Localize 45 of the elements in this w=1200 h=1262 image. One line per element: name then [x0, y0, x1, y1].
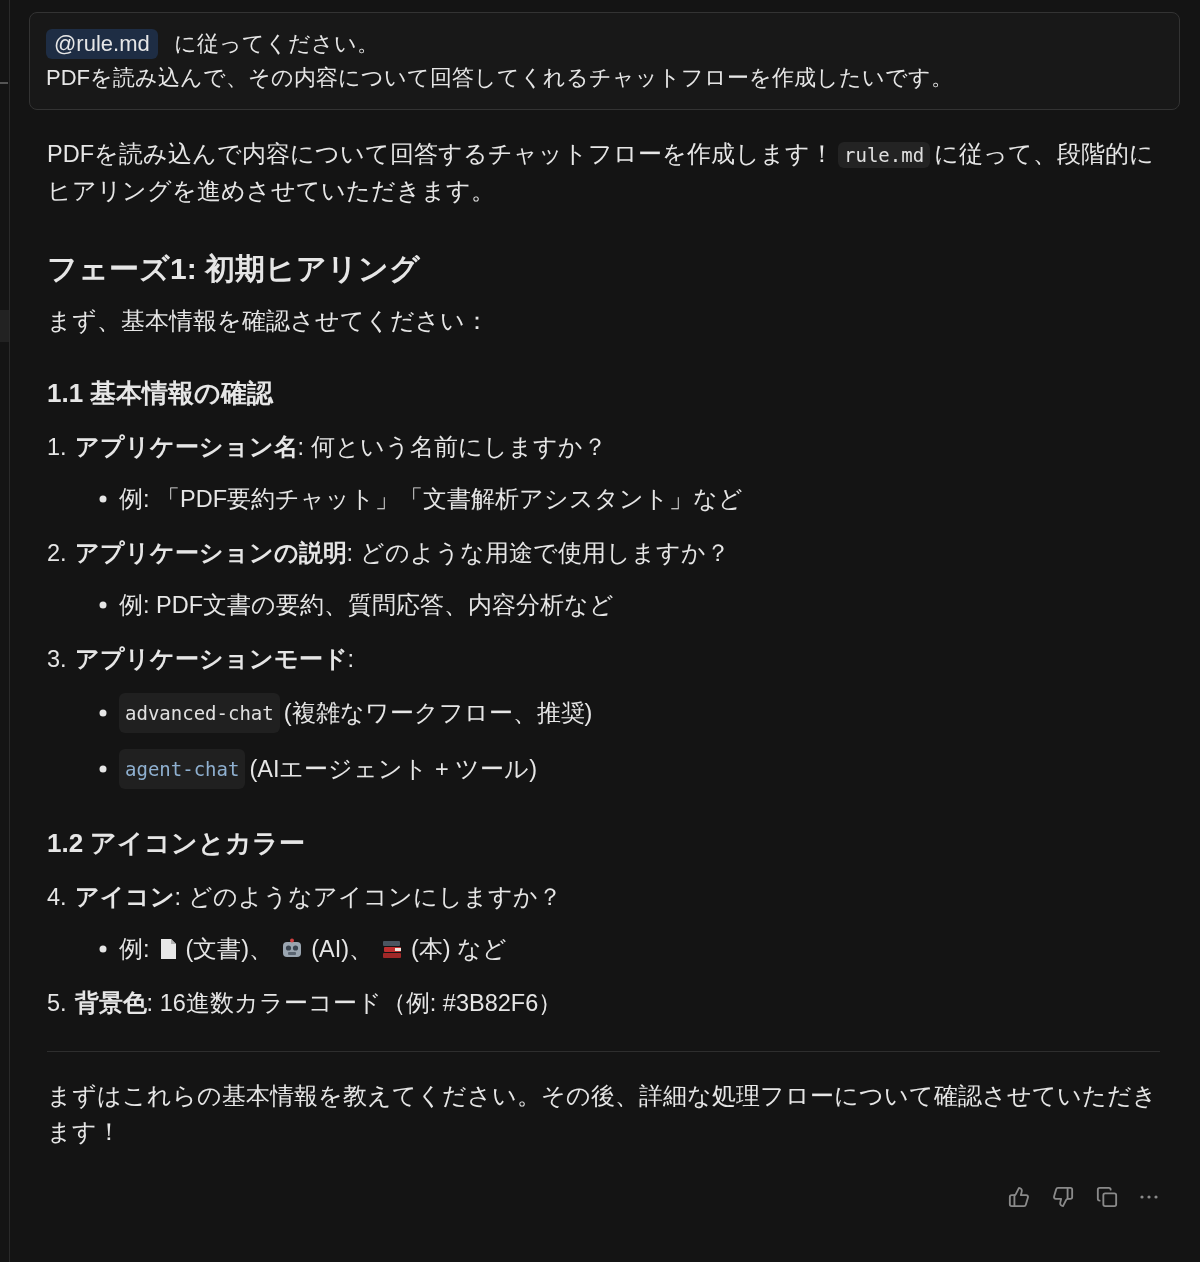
file-mention[interactable]: @rule.md [46, 29, 158, 59]
example-text: 例: [119, 935, 150, 964]
inline-code: advanced-chat [119, 693, 280, 733]
list-number: 3. [47, 645, 67, 674]
inline-code: agent-chat [119, 749, 246, 789]
list-number: 1. [47, 433, 67, 462]
example-text: (本) など [411, 935, 508, 964]
list-item-text: 背景色: 16進数カラーコード（例: #3B82F6） [74, 989, 563, 1018]
robot-icon [281, 938, 304, 960]
more-icon [1140, 1195, 1158, 1199]
gutter-tick [0, 82, 8, 84]
bullet-icon [99, 765, 107, 773]
message-text: PDFを読み込んで、その内容について回答してくれるチャットフローを作成したいです。 [46, 64, 954, 92]
list-number: 5. [47, 989, 67, 1018]
thumbs-down-button[interactable] [1052, 1186, 1074, 1208]
bullet-icon [99, 495, 107, 503]
paragraph: まず、基本情報を確認させてください： [47, 307, 490, 336]
bullet-text: (複雑なワークフロー、推奨) [283, 699, 593, 728]
paragraph: PDFを読み込んで内容について回答するチャットフローを作成します！ rule.md に従って、段階的にヒアリングを進めさせていただきます。 [47, 140, 1156, 206]
message-text: に従ってください。 [173, 30, 379, 58]
paragraph: まずはこれらの基本情報を教えてください。その後、詳細な処理フローについて確認させていただきます！ [47, 1082, 1158, 1147]
thumbs-up-button[interactable] [1008, 1186, 1030, 1208]
copy-icon [1096, 1186, 1118, 1208]
section-heading: フェーズ1: 初期ヒアリング [47, 251, 421, 287]
thumbs-up-icon [1008, 1186, 1030, 1208]
list-item-text: アプリケーションの説明: どのような用途で使用しますか？ [74, 539, 730, 568]
subsection-heading: 1.2 アイコンとカラー [47, 827, 307, 860]
copy-button[interactable] [1096, 1186, 1118, 1208]
bullet-text: 例: 「PDF要約チャット」「文書解析アシスタント」など [119, 485, 744, 514]
list-number: 2. [47, 539, 67, 568]
subsection-heading: 1.1 基本情報の確認 [47, 377, 275, 410]
bullet-icon [99, 709, 107, 717]
list-number: 4. [47, 883, 67, 912]
thumbs-down-icon [1052, 1186, 1074, 1208]
list-item-text: アプリケーション名: 何という名前にしますか？ [74, 433, 607, 462]
bullet-icon [99, 601, 107, 609]
bullet-text: 例: PDF文書の要約、質問応答、内容分析など [119, 591, 615, 620]
example-text: (文書)、 [185, 935, 274, 964]
example-text: (AI)、 [311, 935, 374, 964]
more-button[interactable] [1140, 1195, 1158, 1199]
books-icon [381, 938, 404, 960]
bullet-icon [99, 945, 107, 953]
list-item-text: アプリケーションモード: [74, 645, 355, 674]
bullet-text: (AIエージェント + ツール) [249, 755, 538, 784]
list-item-text: アイコン: どのようなアイコンにしますか？ [74, 883, 562, 912]
